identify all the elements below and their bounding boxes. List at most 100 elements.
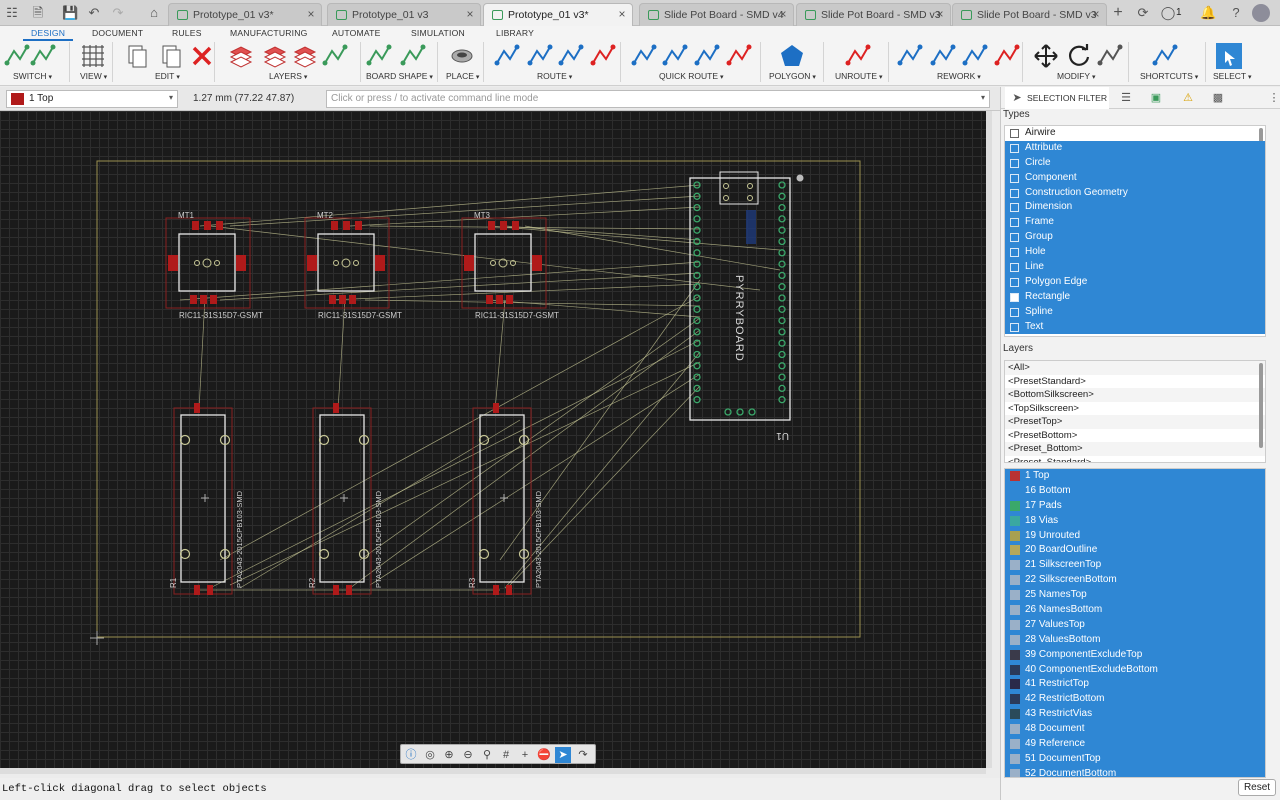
command-line-input[interactable]: Click or press / to activate command lin…: [326, 90, 990, 108]
copy-icon[interactable]: [124, 43, 150, 69]
layer-item[interactable]: 22 SilkscreenBottom: [1005, 573, 1265, 589]
layer-settings-icon[interactable]: [322, 43, 348, 69]
layer-preset-item[interactable]: <PresetTop>: [1005, 415, 1265, 429]
rework-parallel-icon[interactable]: [962, 43, 988, 69]
layer-preset-item[interactable]: <BottomSilkscreen>: [1005, 388, 1265, 402]
unroute-icon[interactable]: [845, 43, 871, 69]
delete-icon[interactable]: [189, 43, 215, 69]
tab-selection-filter[interactable]: ➤ SELECTION FILTER: [1005, 87, 1109, 109]
ribbon-tab[interactable]: DESIGN: [22, 28, 74, 41]
zoom-fit-icon[interactable]: ⚲: [479, 747, 495, 763]
type-filter-item[interactable]: Text: [1005, 319, 1265, 335]
document-tab[interactable]: Slide Pot Board - SMD v4 ×: [639, 3, 794, 26]
ribbon-group-label[interactable]: ROUTE: [537, 71, 572, 81]
image-icon[interactable]: ▩: [1211, 91, 1225, 105]
slide-pot-footprint[interactable]: PTA2043-2015CPB103-SMD R3: [468, 403, 543, 595]
layer-item[interactable]: 18 Vias: [1005, 513, 1265, 529]
layer-item[interactable]: 48 Document: [1005, 722, 1265, 738]
shortcuts-icon[interactable]: [1152, 43, 1178, 69]
layer-item[interactable]: 51 DocumentTop: [1005, 751, 1265, 767]
document-tab[interactable]: Slide Pot Board - SMD v3 ×: [796, 3, 951, 26]
ribbon-group-label[interactable]: QUICK ROUTE: [659, 71, 724, 81]
layer-item[interactable]: 41 RestrictTop: [1005, 677, 1265, 693]
ribbon-group-label[interactable]: SELECT: [1213, 71, 1252, 81]
tree-icon[interactable]: ☰: [1119, 91, 1133, 105]
route-airwire-icon[interactable]: [662, 43, 688, 69]
grid-icon[interactable]: [80, 43, 106, 69]
switch-footprint[interactable]: MT1 RIC11-31S15D7-GSMT: [165, 211, 263, 320]
file-menu-icon[interactable]: 🗎: [30, 5, 46, 21]
eye-icon[interactable]: ◎: [422, 747, 438, 763]
microcontroller-module[interactable]: PYRRYBOARD U1: [689, 171, 804, 441]
type-filter-item[interactable]: Polygon Edge: [1005, 274, 1265, 290]
layer-preset-item[interactable]: <PresetBottom>: [1005, 429, 1265, 443]
layer-item[interactable]: 21 SilkscreenTop: [1005, 558, 1265, 574]
ribbon-group-label[interactable]: PLACE: [446, 71, 479, 81]
document-tab[interactable]: Prototype_01 v3 ×: [327, 3, 481, 26]
type-filter-item[interactable]: Circle: [1005, 155, 1265, 171]
type-filter-item[interactable]: Rectangle: [1005, 289, 1265, 305]
ribbon-tab[interactable]: MANUFACTURING: [230, 28, 308, 38]
close-tab-icon[interactable]: ×: [464, 7, 476, 21]
ribbon-group-label[interactable]: EDIT: [155, 71, 180, 81]
autorouter-icon[interactable]: [590, 43, 616, 69]
document-tab[interactable]: Slide Pot Board - SMD v3 ×: [952, 3, 1107, 26]
route-options-icon[interactable]: ↷: [575, 747, 591, 763]
zoom-out-icon[interactable]: ⊖: [460, 747, 476, 763]
layer-item[interactable]: 20 BoardOutline: [1005, 543, 1265, 559]
switch-footprint[interactable]: MT2 RIC11-31S15D7-GSMT: [304, 211, 402, 320]
type-filter-item[interactable]: Frame: [1005, 215, 1265, 231]
rotate-icon[interactable]: [1066, 43, 1092, 69]
paste-icon[interactable]: [158, 43, 184, 69]
layer-item[interactable]: 16 Bottom: [1005, 483, 1265, 499]
home-icon[interactable]: ⌂: [146, 5, 162, 21]
layer-item[interactable]: 17 Pads: [1005, 498, 1265, 514]
avatar[interactable]: [1252, 4, 1270, 22]
ribbon-tab[interactable]: SIMULATION: [411, 28, 465, 38]
layer-item[interactable]: 43 RestrictVias: [1005, 707, 1265, 723]
layers-bottom-icon[interactable]: [262, 43, 288, 69]
layer-item[interactable]: 39 ComponentExcludeTop: [1005, 647, 1265, 663]
slide-pot-footprint[interactable]: PTA2043-2015CPB103-SMD R1: [169, 403, 244, 595]
vertical-scrollbar[interactable]: [986, 111, 992, 768]
close-tab-icon[interactable]: ×: [305, 7, 317, 21]
switch-3d-icon[interactable]: [30, 43, 56, 69]
reset-button[interactable]: Reset: [1238, 779, 1276, 796]
type-filter-item[interactable]: Component: [1005, 170, 1265, 186]
ribbon-tab[interactable]: DOCUMENT: [92, 28, 143, 38]
design-canvas[interactable]: MT1 RIC11-31S15D7-GSMT MT2 RIC11-31S15D7-GS…: [0, 111, 986, 768]
layer-preset-item[interactable]: <Preset_Bottom>: [1005, 442, 1265, 456]
route-multiple-icon[interactable]: [694, 43, 720, 69]
layer-item[interactable]: 1 Top: [1005, 469, 1265, 484]
switch-schematic-icon[interactable]: [4, 43, 30, 69]
info-icon[interactable]: ⓘ: [403, 747, 419, 763]
apps-grid-icon[interactable]: ☷: [4, 5, 20, 21]
layer-item[interactable]: 26 NamesBottom: [1005, 603, 1265, 618]
grid-icon[interactable]: #: [498, 747, 514, 763]
close-tab-icon[interactable]: ×: [1090, 7, 1102, 21]
undo-icon[interactable]: ↶: [86, 5, 102, 21]
ribbon-group-label[interactable]: SHORTCUTS: [1140, 71, 1198, 81]
type-filter-item[interactable]: Hole: [1005, 245, 1265, 261]
close-tab-icon[interactable]: ×: [934, 7, 946, 21]
ribbon-group-label[interactable]: REWORK: [937, 71, 981, 81]
layers-top-icon[interactable]: [228, 43, 254, 69]
board-outline-icon[interactable]: [366, 43, 392, 69]
document-tab[interactable]: Prototype_01 v3* ×: [168, 3, 322, 26]
polygon-icon[interactable]: [779, 43, 805, 69]
help-icon[interactable]: ?: [1228, 5, 1244, 21]
ribbon-group-label[interactable]: UNROUTE: [835, 71, 883, 81]
new-tab-icon[interactable]: +: [1110, 5, 1126, 21]
select-cursor-icon[interactable]: ➤: [555, 747, 571, 763]
ribbon-tab[interactable]: AUTOMATE: [332, 28, 381, 38]
bell-icon[interactable]: 🔔: [1200, 5, 1216, 21]
hole-icon[interactable]: [449, 43, 475, 69]
layer-item[interactable]: 19 Unrouted: [1005, 528, 1265, 544]
close-tab-icon[interactable]: ×: [777, 7, 789, 21]
type-filter-item[interactable]: Spline: [1005, 304, 1265, 320]
layer-preset-item[interactable]: <Preset_Standard>: [1005, 456, 1265, 463]
quick-route-icon[interactable]: [631, 43, 657, 69]
layer-item[interactable]: 42 RestrictBottom: [1005, 692, 1265, 708]
ribbon-group-label[interactable]: BOARD SHAPE: [366, 71, 433, 81]
board-shape-icon[interactable]: [400, 43, 426, 69]
